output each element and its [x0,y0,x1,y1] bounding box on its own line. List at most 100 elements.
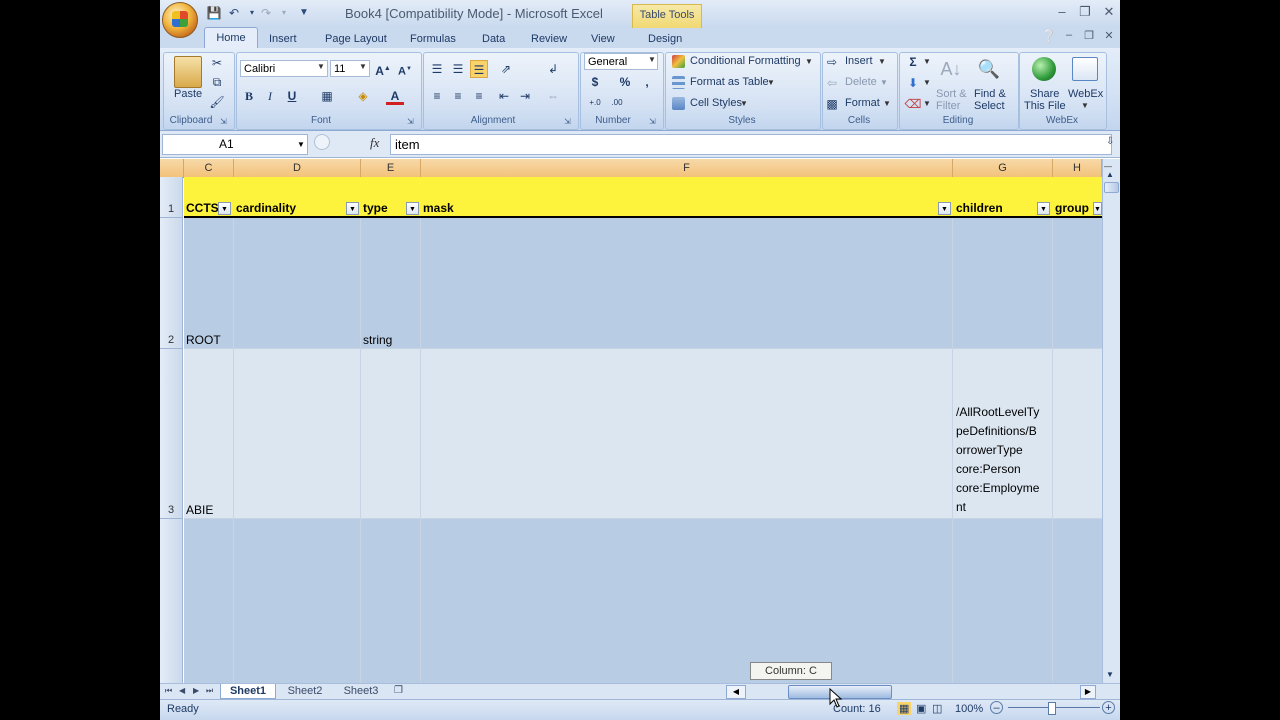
number-launcher-icon[interactable]: ⇲ [649,117,656,126]
tab-home[interactable]: Home [204,27,258,50]
cell-styles-dropdown-icon[interactable]: ▼ [740,99,748,108]
number-format-combo[interactable]: General [584,53,658,70]
paste-icon[interactable] [174,56,202,88]
clear-dropdown-icon[interactable]: ▼ [923,99,931,108]
cell-h2[interactable] [1053,218,1102,349]
sort-filter-label-2[interactable]: Filter [936,100,960,112]
insert-cells-icon[interactable]: ⇨ [825,53,839,71]
customize-qat-icon[interactable]: ▼ [296,5,312,21]
close-icon[interactable]: ✕ [1100,4,1118,20]
tab-page-layout[interactable]: Page Layout [325,30,387,48]
copy-icon[interactable]: ⧉ [208,73,226,91]
name-box[interactable]: A1 ▼ [162,134,308,155]
font-launcher-icon[interactable]: ⇲ [407,117,414,126]
cell-c2[interactable]: ROOT [184,218,234,349]
help-icon[interactable]: ❔ [1040,29,1058,43]
cell-e2[interactable]: string [361,218,421,349]
format-as-table-icon[interactable] [672,76,685,89]
delete-cells-button[interactable]: Delete [845,76,877,88]
row-header-1[interactable]: 1 [160,177,183,218]
page-break-view-icon[interactable]: ◫ [932,702,942,715]
format-as-table-dropdown-icon[interactable]: ▼ [767,78,775,87]
grow-font-icon[interactable]: A▲ [374,60,392,78]
font-size-dropdown-icon[interactable]: ▼ [359,62,367,71]
vertical-scrollbar[interactable] [1102,159,1120,683]
cell-g2[interactable] [953,218,1053,349]
cell-g3[interactable]: /AllRootLevelTy peDefinitions/B orrowerTyp… [953,349,1053,519]
prev-sheet-icon[interactable]: ◀ [179,684,185,698]
cell-c4[interactable] [184,519,234,683]
scroll-right-icon[interactable]: ▶ [1080,685,1096,699]
header-cell-mask[interactable]: mask [421,201,953,217]
fill-color-icon[interactable]: ◈ [354,87,372,105]
filter-dropdown-children-icon[interactable]: ▼ [1037,202,1050,215]
sheet-tab-2[interactable]: Sheet2 [280,684,330,698]
vertical-scroll-thumb[interactable] [1104,182,1119,193]
cell-c3[interactable]: ABIE [184,349,234,519]
name-box-dropdown-icon[interactable]: ▼ [297,135,305,154]
cell-styles-button[interactable]: Cell Styles [690,97,742,109]
share-file-label-2[interactable]: This File [1024,100,1066,112]
save-icon[interactable]: 💾 [206,5,222,21]
insert-cells-dropdown-icon[interactable]: ▼ [878,57,886,66]
next-sheet-icon[interactable]: ▶ [193,684,199,698]
scroll-down-icon[interactable]: ▼ [1106,670,1114,679]
format-as-table-button[interactable]: Format as Table [690,76,769,88]
zoom-slider-thumb[interactable] [1048,702,1056,715]
cell-f4[interactable] [421,519,953,683]
clear-icon[interactable]: ⌫ [904,95,922,113]
normal-view-icon[interactable]: ▦ [897,702,912,715]
webex-icon[interactable] [1072,57,1098,81]
last-sheet-icon[interactable]: ⏭ [206,684,213,698]
decrease-indent-icon[interactable]: ⇤ [495,87,513,105]
format-cells-button[interactable]: Format [845,97,880,109]
scroll-left-icon[interactable]: ◀ [726,685,746,699]
share-file-label-1[interactable]: Share [1030,88,1059,100]
page-layout-view-icon[interactable]: ▣ [916,702,926,715]
column-header-c[interactable]: C [184,159,234,177]
share-file-icon[interactable] [1032,57,1056,81]
column-header-d[interactable]: D [234,159,361,177]
sort-filter-label-1[interactable]: Sort & [936,88,967,100]
cell-h3[interactable] [1053,349,1102,519]
cell-d4[interactable] [234,519,361,683]
webex-button[interactable]: WebEx [1068,88,1103,100]
percent-icon[interactable]: % [616,73,634,91]
column-header-e[interactable]: E [361,159,421,177]
formula-bar-splitter-icon[interactable] [314,134,330,150]
restore-icon[interactable]: ❐ [1076,4,1094,20]
scroll-up-icon[interactable]: ▲ [1106,170,1114,179]
zoom-level[interactable]: 100% [955,703,983,715]
borders-icon[interactable]: ▦ [318,87,336,105]
cell-e3[interactable] [361,349,421,519]
clipboard-launcher-icon[interactable]: ⇲ [220,117,227,126]
header-cell-cardinality[interactable]: cardinality [234,201,361,217]
insert-function-icon[interactable]: fx [370,135,379,151]
workbook-minimize-icon[interactable]: – [1060,29,1078,41]
zoom-in-icon[interactable]: + [1102,701,1115,714]
row-header-3[interactable]: 3 [160,349,183,519]
paste-button[interactable]: Paste [174,88,202,100]
align-center-icon[interactable]: ≡ [449,87,467,105]
font-name-combo[interactable]: Calibri [240,60,328,77]
currency-icon[interactable]: $ [586,73,604,91]
redo-dropdown-icon[interactable]: ▾ [276,5,292,21]
tab-review[interactable]: Review [531,30,567,48]
delete-cells-dropdown-icon[interactable]: ▼ [880,78,888,87]
tab-insert[interactable]: Insert [269,30,297,48]
tab-design[interactable]: Design [648,30,682,48]
insert-sheet-icon[interactable]: ❐ [394,684,403,698]
bottom-align-icon[interactable]: ☰ [470,60,488,78]
sort-filter-icon[interactable]: A↓ [938,56,964,82]
workbook-restore-icon[interactable]: ❐ [1080,29,1098,42]
column-header-f[interactable]: F [421,159,953,177]
find-select-icon[interactable]: 🔍 [976,56,1002,82]
italic-icon[interactable]: I [261,87,279,105]
middle-align-icon[interactable]: ☰ [449,60,467,78]
format-cells-icon[interactable]: ▩ [825,95,839,113]
increase-decimal-icon[interactable]: +.0 [586,94,604,112]
fill-icon[interactable]: ⬇ [904,74,922,92]
autosum-icon[interactable]: Σ [904,53,922,71]
increase-indent-icon[interactable]: ⇥ [516,87,534,105]
comma-style-icon[interactable]: , [638,73,656,91]
